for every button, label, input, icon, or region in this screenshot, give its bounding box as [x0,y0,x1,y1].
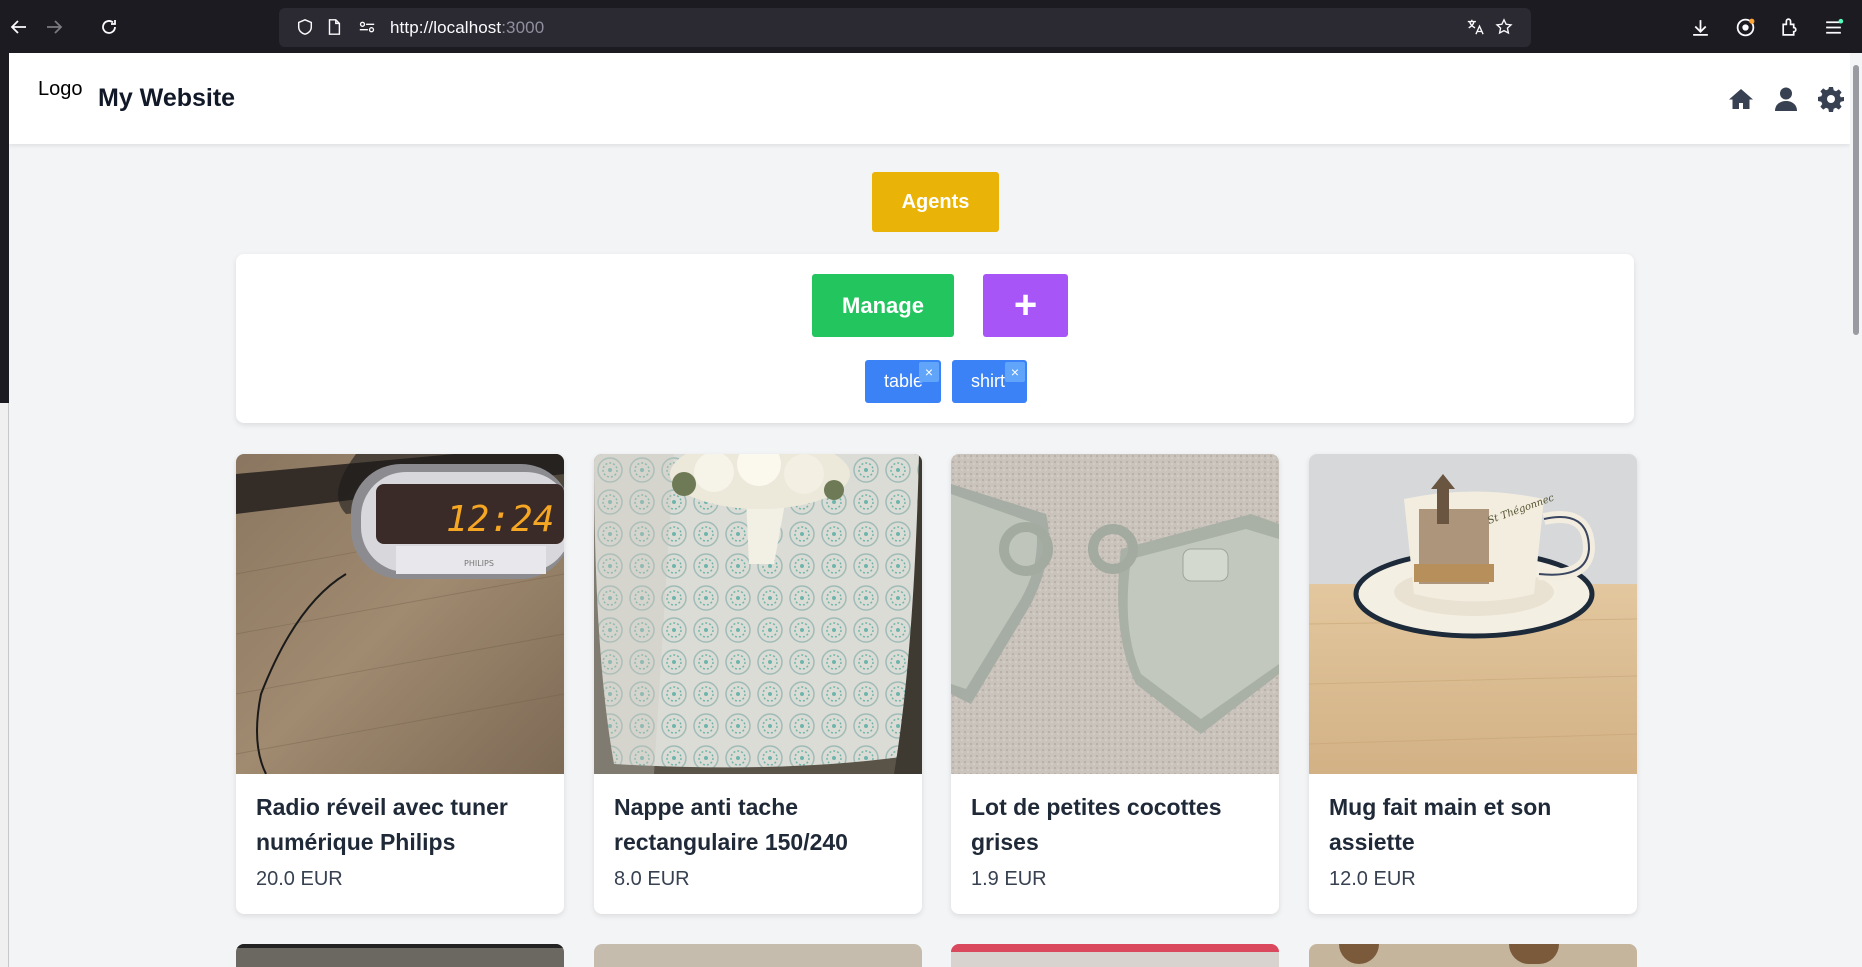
translate-icon[interactable] [1465,17,1485,37]
product-title[interactable]: Lot de petites cocottes grises [971,790,1261,860]
product-card[interactable]: Nappe anti tache rectangulaire 150/240 8… [594,454,922,914]
url-host: http://localhost [390,18,502,37]
product-card-partial[interactable] [594,944,922,967]
product-card-partial[interactable] [236,944,564,967]
downloads-icon[interactable] [1686,13,1714,41]
grey-cocottes-photo[interactable] [951,454,1279,774]
back-arrow-icon[interactable] [5,13,33,41]
product-price: 20.0 EUR [256,868,343,890]
browser-toolbar: http://localhost:3000 [0,0,1862,53]
page-viewport: Logo My Website Agents Manage + table × … [9,53,1862,967]
product-price: 1.9 EUR [971,868,1047,890]
product-card[interactable]: 12:24 PHILIPS Radio réveil avec tuner nu… [236,454,564,914]
shield-icon[interactable] [295,17,315,37]
alarm-clock-radio-photo[interactable]: 12:24 PHILIPS [236,454,564,774]
product-card-partial[interactable] [951,944,1279,967]
agents-button[interactable]: Agents [872,172,999,232]
permissions-icon[interactable] [357,17,377,37]
url-port: :3000 [501,18,545,37]
window-edge [0,53,9,967]
mug-and-saucer-photo[interactable]: St Thégonnec [1309,454,1637,774]
tag-chip[interactable]: table × [865,360,941,403]
product-price: 12.0 EUR [1329,868,1416,890]
tag-label: table [884,371,924,391]
account-icon[interactable] [1731,13,1759,41]
tag-label: shirt [971,371,1006,391]
product-title[interactable]: Nappe anti tache rectangulaire 150/240 [614,790,904,860]
product-price: 8.0 EUR [614,868,690,890]
product-title[interactable]: Radio réveil avec tuner numérique Philip… [256,790,546,860]
product-card[interactable]: Lot de petites cocottes grises 1.9 EUR [951,454,1279,914]
forward-arrow-icon[interactable] [40,13,68,41]
product-title[interactable]: Mug fait main et son assiette [1329,790,1619,860]
settings-gear-icon[interactable] [1817,85,1845,113]
svg-text:12:24: 12:24 [446,499,554,540]
manage-button[interactable]: Manage [812,274,954,337]
site-title: My Website [98,84,236,112]
user-icon[interactable] [1772,85,1800,113]
url-text[interactable]: http://localhost:3000 [390,18,544,38]
product-card-partial[interactable] [1309,944,1637,967]
site-header: Logo My Website [9,53,1850,144]
product-card[interactable]: St Thégonnec Mug fait main et son assiet… [1309,454,1637,914]
tablecloth-photo[interactable] [594,454,922,774]
svg-text:PHILIPS: PHILIPS [464,559,494,568]
reload-icon[interactable] [95,13,123,41]
tag-chip[interactable]: shirt × [952,360,1027,403]
tag-remove-icon[interactable]: × [1005,362,1025,382]
menu-icon[interactable] [1819,13,1847,41]
page-icon[interactable] [324,17,344,37]
page-scrollbar[interactable] [1850,53,1862,967]
home-icon[interactable] [1727,85,1755,113]
address-bar[interactable]: http://localhost:3000 [279,8,1531,47]
bookmark-star-icon[interactable] [1494,17,1514,37]
filter-panel: Manage + table × shirt × [236,254,1634,423]
extensions-icon[interactable] [1775,13,1803,41]
tag-remove-icon[interactable]: × [919,362,939,382]
scrollbar-thumb[interactable] [1853,65,1859,335]
add-button[interactable]: + [983,274,1068,337]
logo[interactable]: Logo [38,78,83,101]
